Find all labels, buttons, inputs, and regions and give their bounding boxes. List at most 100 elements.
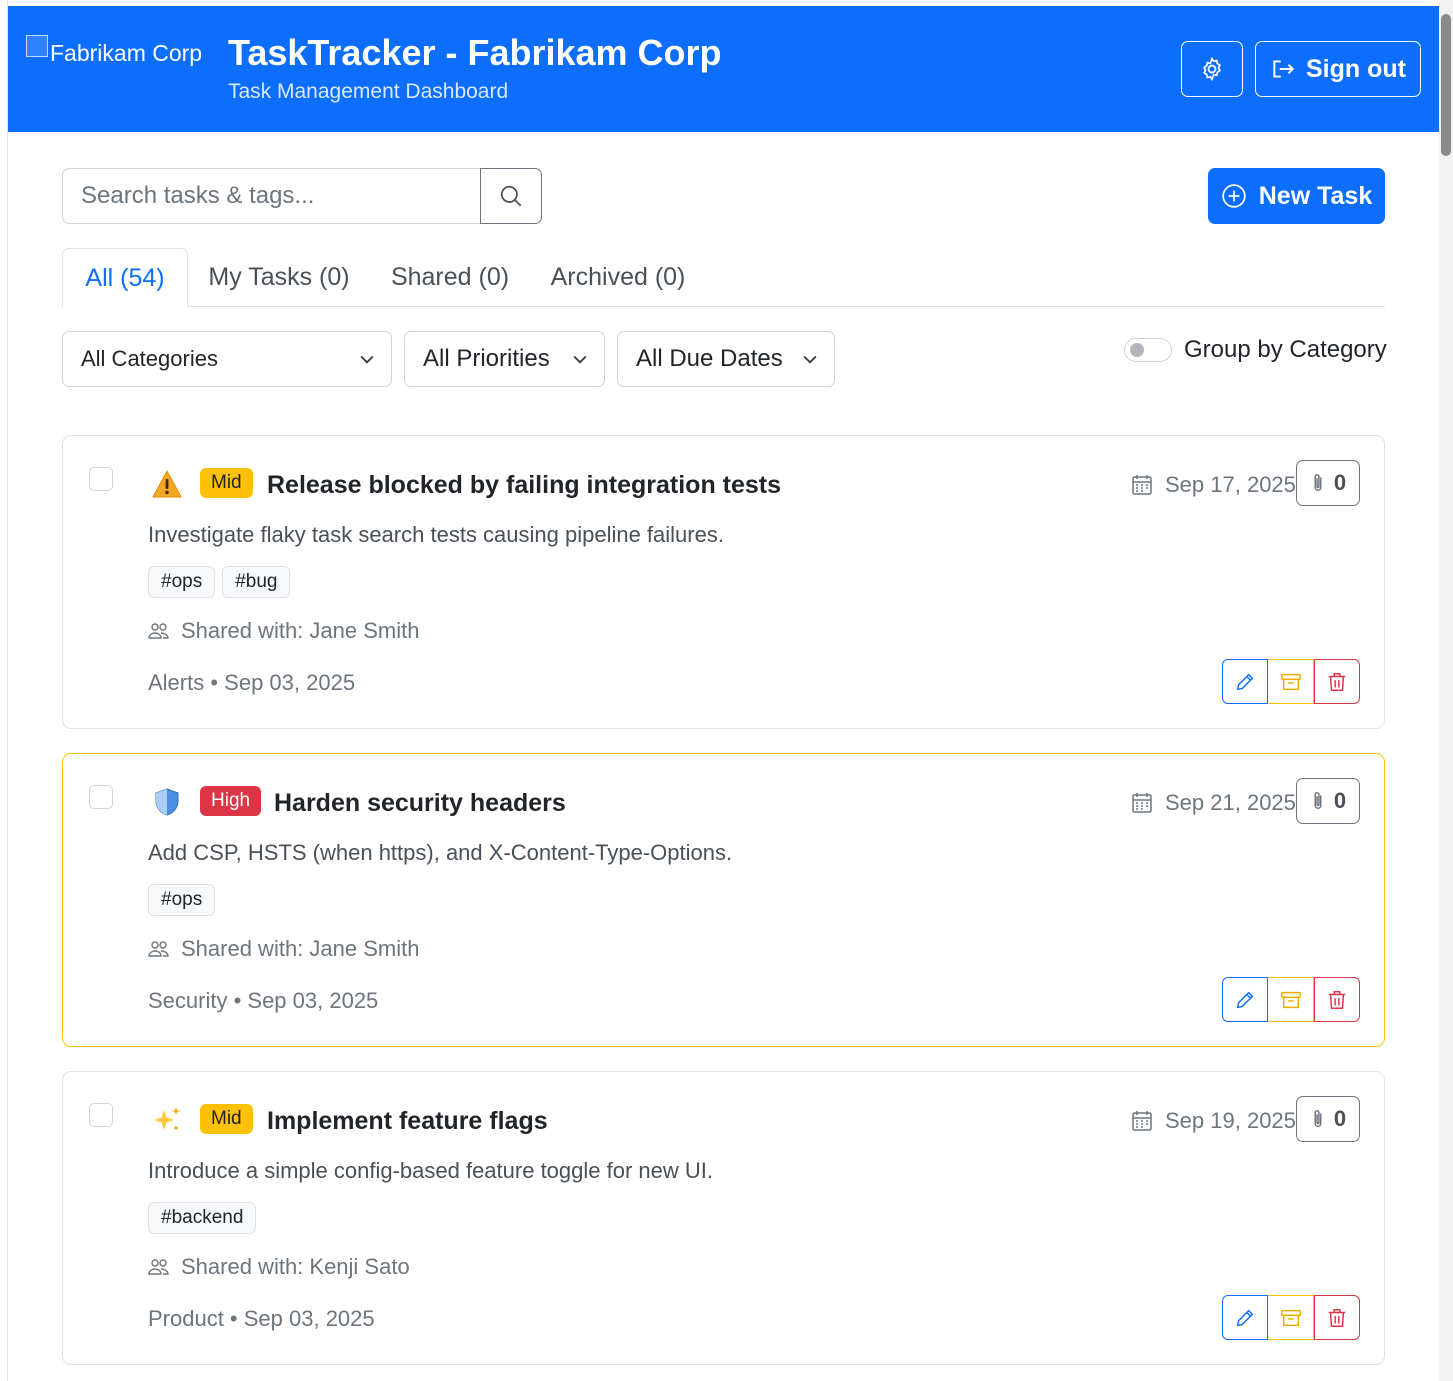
category-filter-select[interactable]: All Categories (62, 331, 392, 387)
app-header: Fabrikam Corp TaskTracker - Fabrikam Cor… (8, 6, 1439, 132)
archive-button[interactable] (1268, 977, 1314, 1022)
task-actions (1222, 1295, 1360, 1340)
gear-icon (1203, 56, 1221, 82)
due-date-filter-value: All Due Dates (636, 345, 783, 372)
archive-icon (1280, 991, 1301, 1008)
search-input[interactable]: Search tasks & tags... (62, 168, 481, 224)
attachment-count: 0 (1333, 470, 1347, 495)
attachment-count: 0 (1333, 788, 1347, 813)
archive-icon (1280, 673, 1301, 690)
trash-icon (1328, 1308, 1346, 1327)
people-icon (148, 623, 169, 639)
task-checkbox[interactable] (89, 785, 113, 809)
app-title: TaskTracker - Fabrikam Corp (228, 32, 722, 73)
task-title: Release blocked by failing integration t… (267, 470, 782, 499)
delete-button[interactable] (1314, 659, 1360, 704)
task-tags: #ops #bug (148, 566, 291, 598)
category-filter-value: All Categories (81, 346, 218, 371)
task-actions (1222, 977, 1360, 1022)
tag[interactable]: #bug (222, 566, 291, 598)
priority-filter-select[interactable]: All Priorities (404, 331, 605, 387)
task-description: Investigate flaky task search tests caus… (148, 522, 724, 547)
task-card: Mid Implement feature flags Sep 19, 2025… (62, 1071, 1385, 1365)
due-date: Sep 17, 2025 (1131, 468, 1296, 502)
sign-out-button[interactable]: Sign out (1255, 41, 1421, 97)
trash-icon (1328, 990, 1346, 1009)
pencil-icon (1236, 1309, 1254, 1326)
archive-button[interactable] (1268, 1295, 1314, 1340)
tab-all[interactable]: All (54) (62, 248, 188, 308)
group-by-category-toggle[interactable] (1124, 338, 1172, 362)
due-date-text: Sep 19, 2025 (1165, 1108, 1296, 1133)
shared-with: Shared with: Jane Smith (148, 936, 419, 962)
new-task-label: New Task (1258, 181, 1373, 210)
task-meta: Alerts • Sep 03, 2025 (148, 670, 356, 695)
task-card: High Harden security headers Sep 21, 202… (62, 753, 1385, 1047)
priority-badge: Mid (200, 1104, 253, 1134)
archive-icon (1280, 1309, 1301, 1326)
calendar-icon (1132, 1111, 1152, 1131)
due-date: Sep 19, 2025 (1131, 1104, 1296, 1138)
task-meta: Product • Sep 03, 2025 (148, 1306, 375, 1331)
due-date: Sep 21, 2025 (1131, 786, 1296, 820)
pencil-icon (1236, 673, 1254, 690)
task-card: Mid Release blocked by failing integrati… (62, 435, 1385, 729)
tab-shared[interactable]: Shared (0) (378, 248, 522, 307)
settings-button[interactable] (1181, 41, 1243, 97)
people-icon (148, 941, 169, 957)
search-button[interactable] (480, 168, 542, 224)
task-meta: Security • Sep 03, 2025 (148, 988, 379, 1013)
archive-button[interactable] (1268, 659, 1314, 704)
chevron-down-icon (573, 355, 587, 364)
people-icon (148, 1259, 169, 1275)
task-checkbox[interactable] (89, 1103, 113, 1127)
shared-with-text: Shared with: Kenji Sato (181, 1254, 410, 1279)
logo-alt-text: Fabrikam Corp (50, 40, 203, 66)
task-description: Introduce a simple config-based feature … (148, 1158, 713, 1183)
tag[interactable]: #backend (148, 1202, 257, 1234)
edit-button[interactable] (1222, 659, 1268, 704)
group-by-category-label: Group by Category (1184, 336, 1387, 363)
due-date-text: Sep 21, 2025 (1165, 790, 1296, 815)
due-date-filter-select[interactable]: All Due Dates (617, 331, 835, 387)
box-arrow-right-icon (1273, 60, 1295, 78)
priority-badge: Mid (200, 468, 253, 498)
app-subtitle: Task Management Dashboard (228, 80, 509, 103)
shared-with-text: Shared with: Jane Smith (181, 936, 420, 961)
delete-button[interactable] (1314, 1295, 1360, 1340)
plus-circle-icon (1222, 184, 1246, 208)
shield-icon (155, 788, 179, 816)
new-task-button[interactable]: New Task (1208, 168, 1385, 224)
tab-my-tasks[interactable]: My Tasks (0) (196, 248, 362, 307)
attachments-button[interactable]: 0 (1296, 460, 1360, 506)
scrollbar-thumb[interactable] (1441, 14, 1451, 156)
attachments-button[interactable]: 0 (1296, 1096, 1360, 1142)
task-checkbox[interactable] (89, 467, 113, 491)
broken-image-icon (26, 34, 48, 57)
priority-badge: High (200, 786, 262, 816)
due-date-text: Sep 17, 2025 (1165, 472, 1296, 497)
shared-with-text: Shared with: Jane Smith (181, 618, 420, 643)
shared-with: Shared with: Jane Smith (148, 618, 419, 644)
page-scrollbar[interactable] (1439, 0, 1453, 1381)
edit-button[interactable] (1222, 977, 1268, 1022)
warning-icon (152, 469, 182, 498)
chevron-down-icon (803, 355, 817, 364)
attachments-button[interactable]: 0 (1296, 778, 1360, 824)
calendar-icon (1132, 793, 1152, 813)
group-by-category: Group by Category (1124, 336, 1387, 364)
chevron-down-icon (360, 355, 374, 364)
tab-archived[interactable]: Archived (0) (538, 248, 698, 307)
paperclip-icon (1314, 474, 1322, 491)
task-tags: #backend (148, 1202, 257, 1234)
company-logo: Fabrikam Corp (26, 34, 203, 67)
task-actions (1222, 659, 1360, 704)
edit-button[interactable] (1222, 1295, 1268, 1340)
task-title: Harden security headers (274, 788, 566, 817)
task-tabs: All (54) My Tasks (0) Shared (0) Archive… (62, 248, 1385, 308)
tag[interactable]: #ops (148, 566, 216, 598)
attachment-count: 0 (1333, 1106, 1347, 1131)
tag[interactable]: #ops (148, 884, 216, 916)
delete-button[interactable] (1314, 977, 1360, 1022)
task-title: Implement feature flags (267, 1106, 548, 1135)
